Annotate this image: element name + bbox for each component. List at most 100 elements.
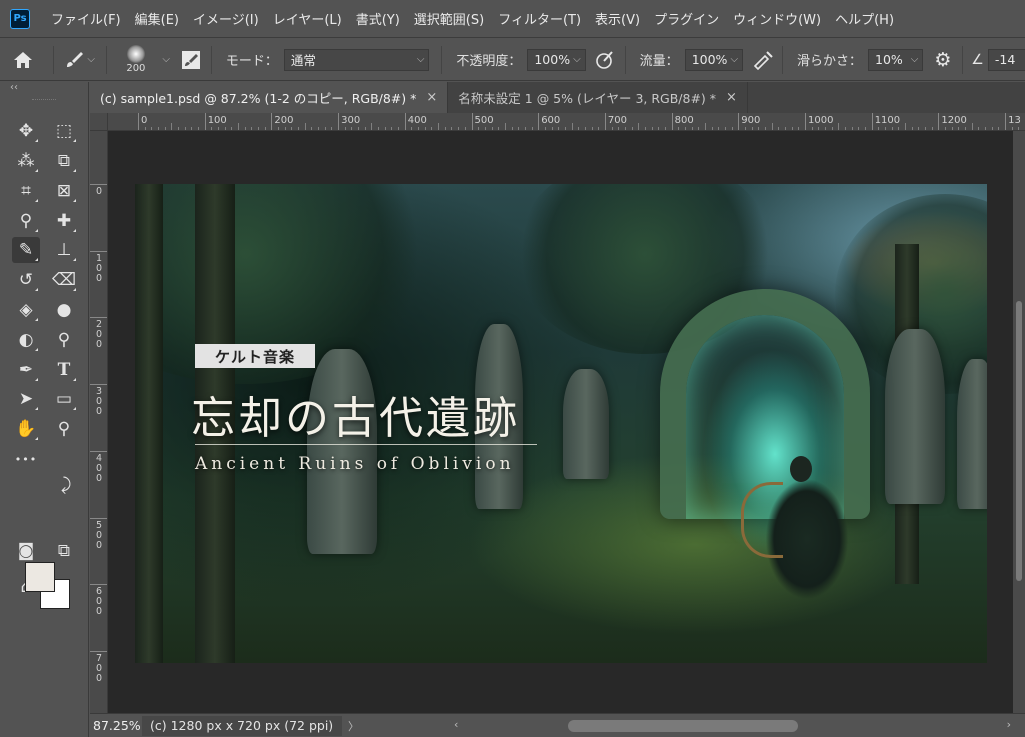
- menu-filter[interactable]: フィルター(T): [491, 0, 588, 38]
- tool-group-indicator: [35, 169, 38, 172]
- burn-tool[interactable]: ⚲: [50, 327, 78, 353]
- frame-icon: ⊠: [56, 181, 72, 201]
- brush-icon: [67, 51, 84, 67]
- pressure-opacity-toggle[interactable]: [592, 45, 619, 75]
- ruler-label: 0: [95, 186, 103, 197]
- toolbar-collapse-button[interactable]: ‹‹: [0, 82, 88, 97]
- quick-select-tool[interactable]: ⁂: [12, 148, 40, 174]
- status-expand-button[interactable]: 〉: [348, 718, 359, 734]
- history-brush-tool[interactable]: ↺: [12, 267, 40, 293]
- rectangle-tool[interactable]: ▭: [50, 386, 78, 412]
- opacity-field[interactable]: 100% ⌵: [527, 48, 586, 71]
- vertical-scrollbar[interactable]: [1013, 131, 1025, 713]
- toolbar-grip[interactable]: [32, 99, 56, 101]
- ruler-label: 300: [341, 115, 361, 126]
- tool-preset-picker[interactable]: ⌵: [60, 45, 100, 75]
- ruler-origin[interactable]: [90, 113, 108, 131]
- menu-view[interactable]: 表示(V): [588, 0, 647, 38]
- ruler-tick: [90, 184, 107, 185]
- horizontal-ruler[interactable]: 0 100 200 300 400 500 600 700 800 900 1000 1100 1200…: [108, 113, 1025, 131]
- tab-label: (c) sample1.psd @ 87.2% (1-2 のコピー, RGB/8…: [100, 91, 417, 106]
- scroll-right-arrow[interactable]: ›: [1007, 718, 1011, 731]
- menu-type[interactable]: 書式(Y): [349, 0, 407, 38]
- flow-field[interactable]: 100% ⌵: [684, 48, 744, 71]
- menu-edit[interactable]: 編集(E): [128, 0, 186, 38]
- menu-layer[interactable]: レイヤー(L): [266, 0, 349, 38]
- menu-image[interactable]: イメージ(I): [186, 0, 266, 38]
- document-image[interactable]: ケルト音楽 忘却の古代遺跡 Ancient Ruins of Oblivion: [135, 184, 987, 663]
- horizontal-scrollbar[interactable]: ‹ ›: [450, 717, 1015, 733]
- brush-tool[interactable]: ✎: [12, 237, 40, 263]
- foreground-color-swatch[interactable]: [25, 562, 55, 592]
- tool-group-indicator: [35, 348, 38, 351]
- screen-mode[interactable]: ⧉: [50, 538, 78, 564]
- tab-sample1[interactable]: (c) sample1.psd @ 87.2% (1-2 のコピー, RGB/8…: [90, 82, 449, 113]
- artwork-title: 忘却の古代遺跡: [191, 393, 520, 444]
- close-icon[interactable]: ×: [426, 90, 437, 105]
- hand-tool[interactable]: ✋: [12, 416, 40, 442]
- move-tool[interactable]: ✥: [12, 118, 40, 144]
- ruler-label: 400: [95, 452, 103, 484]
- document-info[interactable]: (c) 1280 px x 720 px (72 ppi): [142, 715, 342, 736]
- divider: [962, 45, 964, 74]
- scroll-left-arrow[interactable]: ‹: [454, 718, 458, 731]
- menu-help[interactable]: ヘルプ(H): [828, 0, 901, 38]
- dodge-tool[interactable]: ◐: [12, 327, 40, 353]
- tab-untitled-1[interactable]: 名称未設定 1 @ 5% (レイヤー 3, RGB/8#) * ×: [448, 82, 748, 113]
- zoom-level[interactable]: 87.25%: [90, 718, 142, 733]
- paint-bucket-tool[interactable]: ◈: [12, 297, 40, 323]
- menu-window[interactable]: ウィンドウ(W): [726, 0, 828, 38]
- type-tool[interactable]: T: [50, 357, 78, 383]
- menu-file[interactable]: ファイル(F): [44, 0, 128, 38]
- path-select-tool[interactable]: ➤: [12, 386, 40, 412]
- chevron-down-icon: ⌵: [87, 54, 95, 65]
- vertical-scroll-thumb[interactable]: [1016, 301, 1022, 581]
- canvas-area[interactable]: ケルト音楽 忘却の古代遺跡 Ancient Ruins of Oblivion: [108, 131, 1013, 713]
- more-tools[interactable]: •••: [12, 446, 40, 472]
- chevron-down-icon: ⌵: [910, 54, 919, 65]
- airbrush-toggle[interactable]: [749, 45, 776, 75]
- smoothing-field[interactable]: 10% ⌵: [868, 48, 924, 71]
- stamp-tool[interactable]: ⊥: [50, 237, 78, 263]
- pen-tool[interactable]: ✒: [12, 357, 40, 383]
- tree-trunk: [135, 184, 163, 663]
- ruler-minor-tick: [304, 123, 306, 130]
- ruler-minor-tick: [504, 123, 506, 130]
- eraser-tool[interactable]: ⌫: [50, 267, 78, 293]
- marquee-tool[interactable]: ⬚: [50, 118, 78, 144]
- quick-mask[interactable]: ◙: [12, 538, 40, 564]
- standing-stone: [885, 329, 945, 504]
- eyedropper-tool[interactable]: ⚲: [12, 208, 40, 234]
- object-select-tool[interactable]: ⧉: [50, 148, 78, 174]
- close-icon[interactable]: ×: [726, 90, 737, 105]
- menu-plugins[interactable]: プラグイン: [647, 0, 726, 38]
- healing-brush-tool[interactable]: ✚: [50, 208, 78, 234]
- ruler-tick: [90, 517, 107, 519]
- pen-icon: ✒: [18, 360, 34, 380]
- chevron-down-icon[interactable]: ⌵: [162, 54, 170, 65]
- healing-brush-icon: ✚: [56, 211, 72, 231]
- menu-select[interactable]: 選択範囲(S): [407, 0, 491, 38]
- brush-settings-toggle[interactable]: [178, 45, 205, 75]
- photoshop-logo[interactable]: Ps: [10, 8, 30, 29]
- zoom-tool[interactable]: ⚲: [50, 416, 78, 442]
- tool-group-indicator: [73, 258, 76, 261]
- harpist-head: [790, 456, 812, 482]
- home-button[interactable]: [0, 39, 47, 81]
- swap-colors-icon: ⤸: [60, 475, 72, 495]
- vertical-ruler[interactable]: 0 100 200 300 400 500 600 700: [90, 131, 108, 713]
- crop-tool[interactable]: ⌗: [12, 178, 40, 204]
- mode-dropdown[interactable]: 通常 ⌵: [283, 48, 430, 71]
- tools-panel: ‹‹ ✥⬚⁂⧉⌗⊠⚲✚✎⊥↺⌫◈●◐⚲✒T➤▭✋⚲•••⤸◙⧉⌂: [0, 82, 89, 737]
- brush-preset-picker[interactable]: 200: [112, 40, 159, 80]
- title-divider: [195, 444, 537, 445]
- blur-tool[interactable]: ●: [50, 297, 78, 323]
- smoothing-settings-button[interactable]: ⚙: [929, 45, 956, 75]
- horizontal-scroll-thumb[interactable]: [568, 720, 798, 732]
- ruler-label: 600: [541, 115, 561, 126]
- swap-colors[interactable]: ⤸: [52, 472, 80, 498]
- brush-tip-icon: [126, 45, 145, 63]
- mode-label: モード：: [225, 54, 278, 69]
- frame-tool[interactable]: ⊠: [50, 178, 78, 204]
- angle-field[interactable]: -14: [987, 48, 1025, 71]
